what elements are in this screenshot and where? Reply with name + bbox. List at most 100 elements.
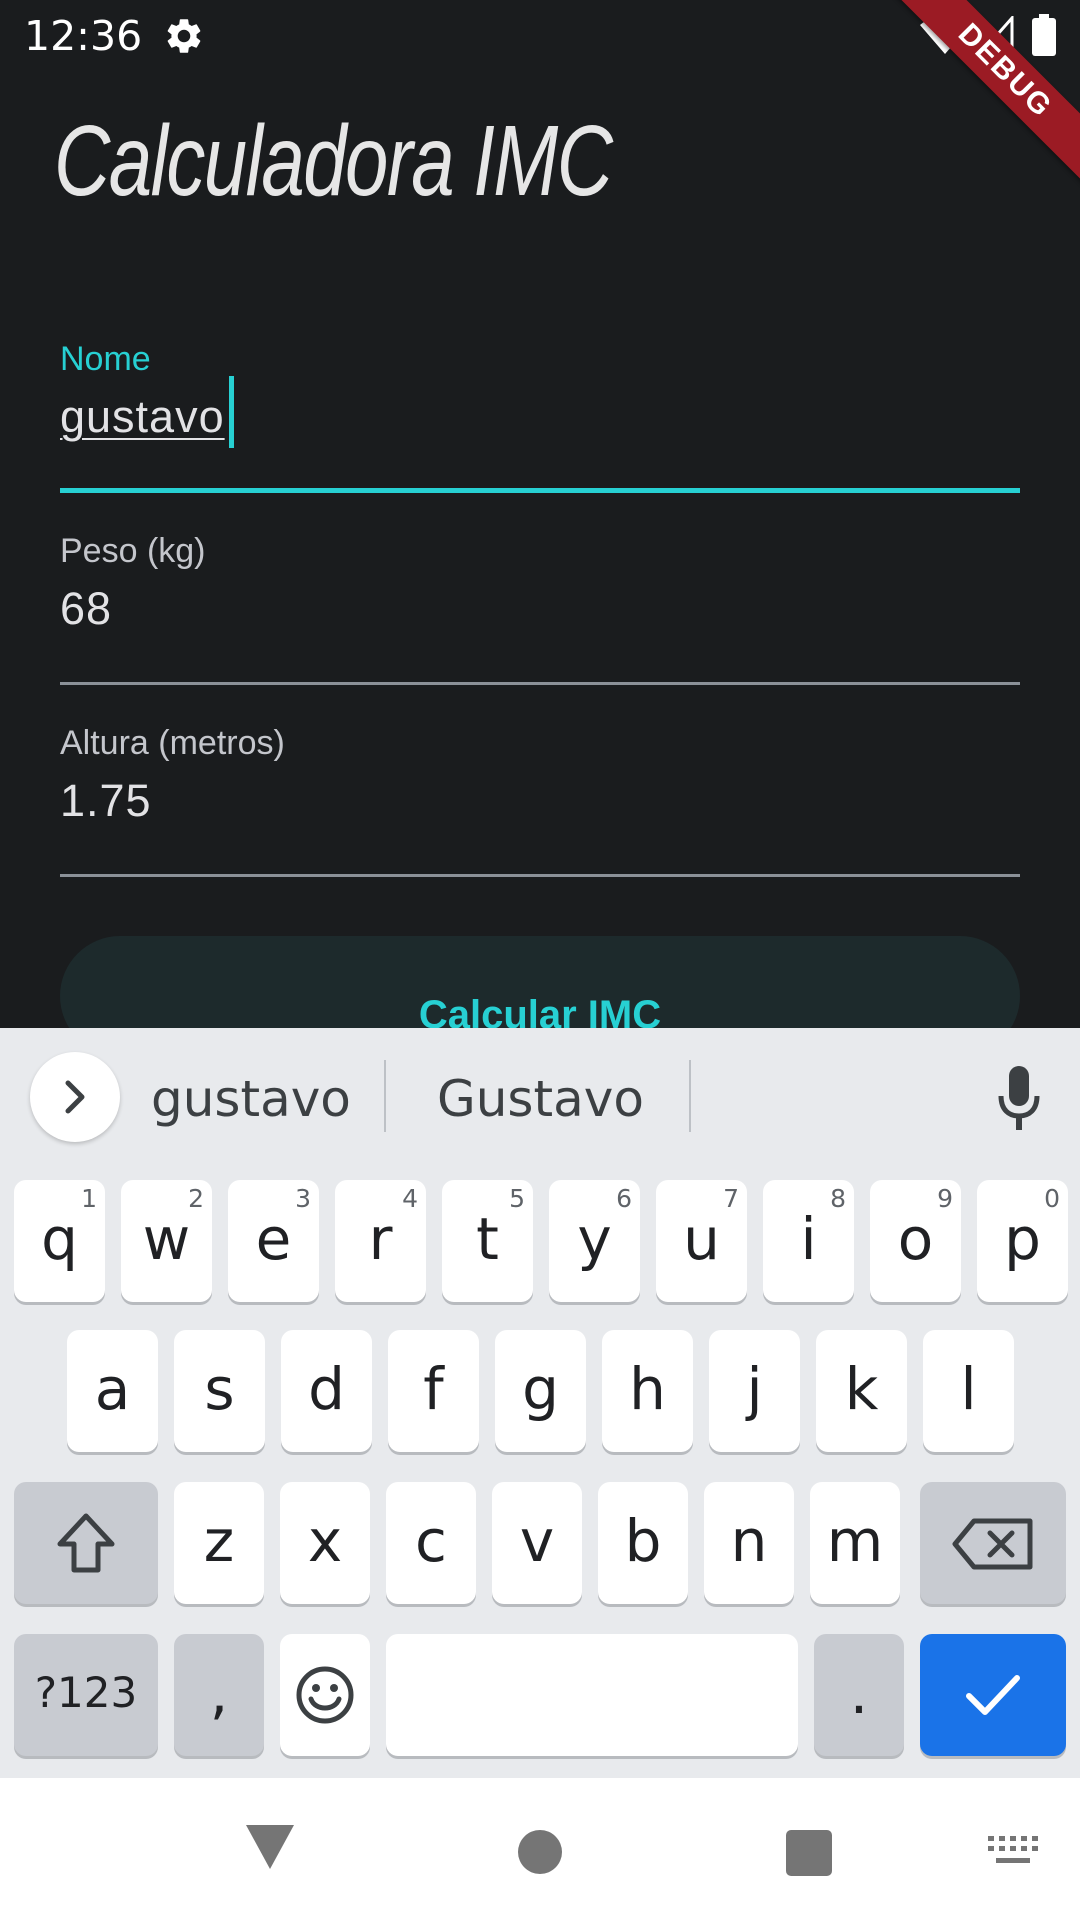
- recent-apps-icon[interactable]: [786, 1830, 832, 1876]
- key-q[interactable]: q1: [14, 1180, 105, 1302]
- key-d[interactable]: d: [281, 1330, 372, 1452]
- weight-field-value[interactable]: 68: [60, 583, 1020, 643]
- weight-field[interactable]: Peso (kg) 68: [60, 532, 1020, 685]
- key-label: i: [800, 1205, 817, 1273]
- key-r[interactable]: r4: [335, 1180, 426, 1302]
- key-hint: 5: [509, 1184, 525, 1213]
- symbols-key[interactable]: ?123: [14, 1634, 158, 1756]
- key-b[interactable]: b: [598, 1482, 688, 1604]
- key-label: w: [142, 1205, 191, 1273]
- key-z[interactable]: z: [174, 1482, 264, 1604]
- home-icon[interactable]: [518, 1830, 562, 1874]
- name-field-value[interactable]: gustavo: [60, 376, 1020, 451]
- backspace-icon: [952, 1518, 1033, 1570]
- done-key[interactable]: [920, 1634, 1066, 1756]
- weight-field-underline: [60, 682, 1020, 685]
- height-field-value[interactable]: 1.75: [60, 775, 1020, 835]
- suggestion-divider: [384, 1060, 386, 1132]
- key-hint: 4: [402, 1184, 418, 1213]
- keyboard-switch-icon[interactable]: [988, 1836, 1038, 1868]
- text-cursor: [228, 376, 234, 449]
- shift-key[interactable]: [14, 1482, 158, 1604]
- key-label: q: [41, 1205, 78, 1273]
- key-w[interactable]: w2: [121, 1180, 212, 1302]
- key-hint: 8: [830, 1184, 846, 1213]
- shift-icon: [57, 1513, 115, 1573]
- key-label: f: [423, 1355, 444, 1423]
- expand-toolbar-button[interactable]: [30, 1052, 120, 1142]
- key-a[interactable]: a: [67, 1330, 158, 1452]
- emoji-key[interactable]: [280, 1634, 370, 1756]
- key-v[interactable]: v: [492, 1482, 582, 1604]
- suggestion-2[interactable]: Gustavo: [437, 1070, 644, 1128]
- key-label: b: [624, 1507, 662, 1575]
- microphone-icon[interactable]: [996, 1066, 1042, 1132]
- key-label: n: [730, 1507, 768, 1575]
- key-label: z: [203, 1507, 235, 1575]
- key-s[interactable]: s: [174, 1330, 265, 1452]
- suggestion-1[interactable]: gustavo: [151, 1070, 351, 1128]
- key-o[interactable]: o9: [870, 1180, 961, 1302]
- key-y[interactable]: y6: [549, 1180, 640, 1302]
- space-key[interactable]: [386, 1634, 798, 1756]
- height-field-underline: [60, 874, 1020, 877]
- key-p[interactable]: p0: [977, 1180, 1068, 1302]
- key-x[interactable]: x: [280, 1482, 370, 1604]
- key-e[interactable]: e3: [228, 1180, 319, 1302]
- key-h[interactable]: h: [602, 1330, 693, 1452]
- weight-field-label: Peso (kg): [60, 532, 206, 570]
- period-key[interactable]: .: [814, 1634, 904, 1756]
- key-label: l: [960, 1355, 977, 1423]
- key-label: e: [255, 1205, 292, 1273]
- key-hint: 3: [295, 1184, 311, 1213]
- name-field-label: Nome: [60, 340, 151, 378]
- key-hint: 2: [188, 1184, 204, 1213]
- soft-keyboard: gustavo Gustavo q1w2e3r4t5y6u7i8o9p0 asd…: [0, 1028, 1080, 1778]
- key-label: v: [519, 1507, 555, 1575]
- name-field[interactable]: Nome gustavo: [60, 340, 1020, 493]
- key-label: a: [94, 1355, 131, 1423]
- battery-icon: [1032, 14, 1056, 56]
- navigation-bar: [0, 1778, 1080, 1920]
- back-icon[interactable]: [244, 1823, 296, 1871]
- key-label: x: [307, 1507, 343, 1575]
- key-label: t: [476, 1205, 499, 1273]
- key-c[interactable]: c: [386, 1482, 476, 1604]
- key-t[interactable]: t5: [442, 1180, 533, 1302]
- height-field[interactable]: Altura (metros) 1.75: [60, 724, 1020, 877]
- backspace-key[interactable]: [920, 1482, 1066, 1604]
- key-label: s: [204, 1355, 235, 1423]
- height-field-label: Altura (metros): [60, 724, 285, 762]
- key-hint: 1: [81, 1184, 97, 1213]
- key-m[interactable]: m: [810, 1482, 900, 1604]
- key-f[interactable]: f: [388, 1330, 479, 1452]
- key-label: h: [629, 1355, 666, 1423]
- key-label: r: [368, 1205, 393, 1273]
- key-label: m: [826, 1507, 884, 1575]
- key-label: c: [415, 1507, 447, 1575]
- suggestion-divider: [689, 1060, 691, 1132]
- key-u[interactable]: u7: [656, 1180, 747, 1302]
- key-label: u: [683, 1205, 720, 1273]
- name-field-underline: [60, 488, 1020, 493]
- key-label: g: [522, 1355, 559, 1423]
- gear-icon: [167, 19, 201, 53]
- key-hint: 0: [1044, 1184, 1060, 1213]
- key-hint: 9: [937, 1184, 953, 1213]
- comma-key[interactable]: ,: [174, 1634, 264, 1756]
- key-label: p: [1004, 1205, 1041, 1273]
- key-label: y: [577, 1205, 612, 1273]
- key-k[interactable]: k: [816, 1330, 907, 1452]
- page-title: Calculadora IMC: [54, 105, 613, 217]
- key-g[interactable]: g: [495, 1330, 586, 1452]
- key-n[interactable]: n: [704, 1482, 794, 1604]
- checkmark-icon: [966, 1675, 1020, 1715]
- key-label: k: [844, 1355, 879, 1423]
- suggestion-bar: gustavo Gustavo: [0, 1028, 1080, 1168]
- key-j[interactable]: j: [709, 1330, 800, 1452]
- key-i[interactable]: i8: [763, 1180, 854, 1302]
- key-hint: 7: [723, 1184, 739, 1213]
- chevron-right-icon: [65, 1080, 85, 1114]
- key-l[interactable]: l: [923, 1330, 1014, 1452]
- key-hint: 6: [616, 1184, 632, 1213]
